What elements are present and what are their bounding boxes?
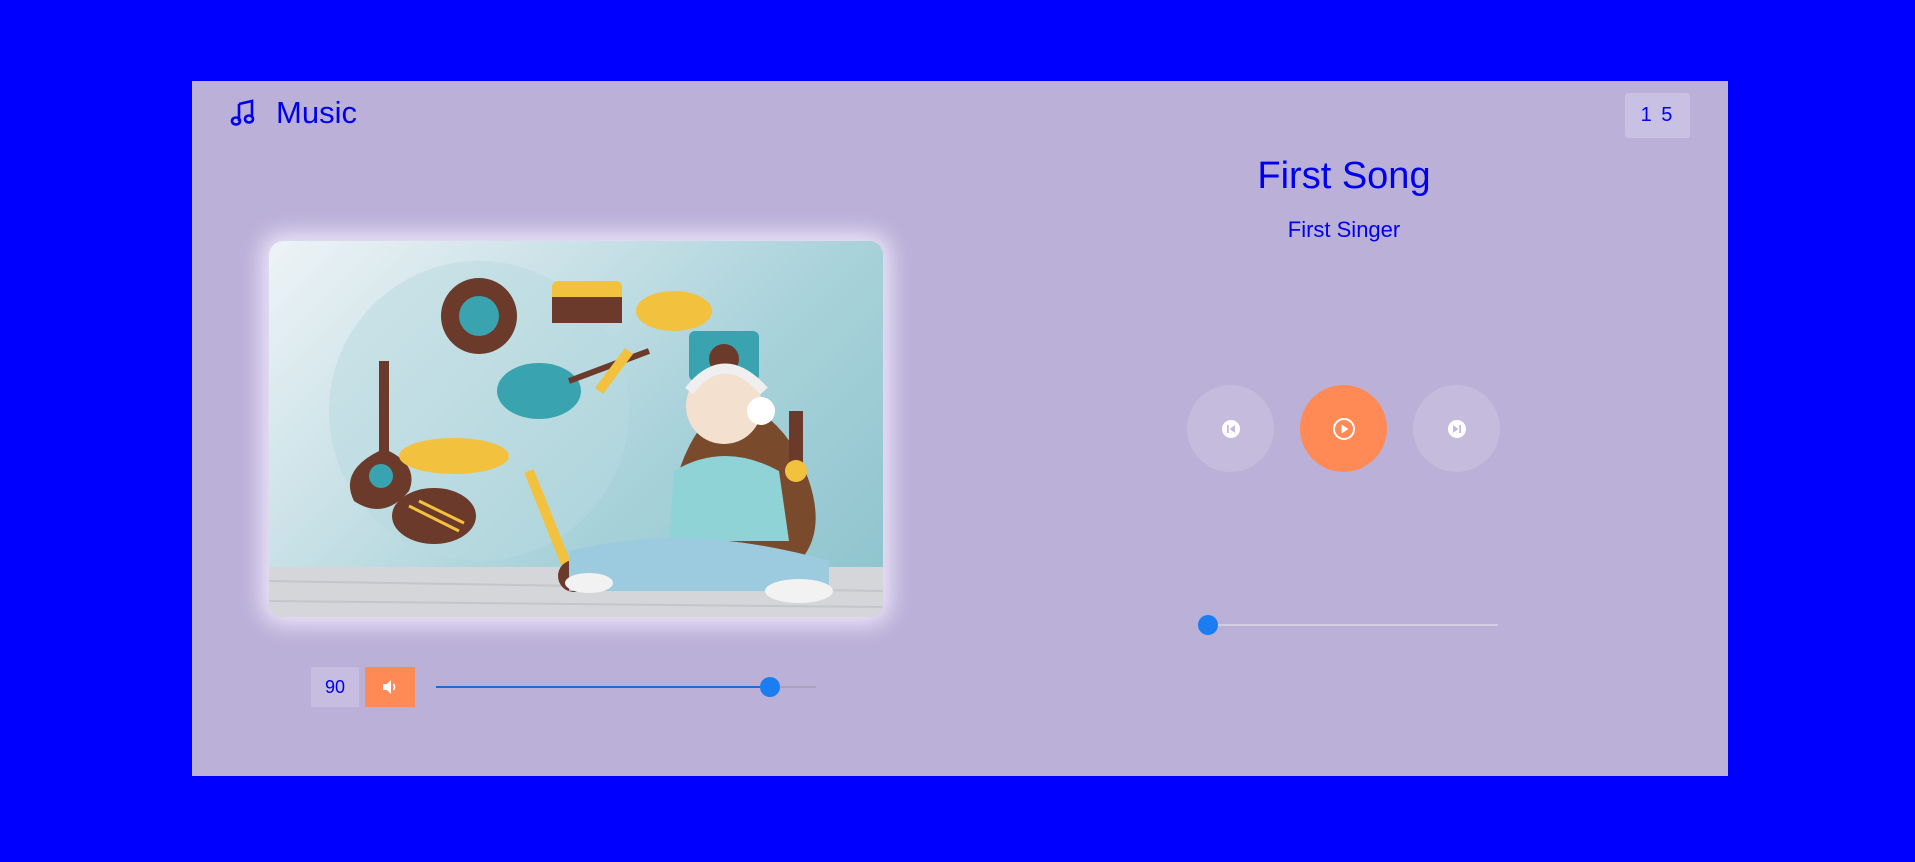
mute-button[interactable] <box>365 667 415 707</box>
speaker-icon <box>383 680 396 694</box>
music-player: Music 1 5 90 First Song First Singer <box>192 81 1728 776</box>
song-artist: First Singer <box>1287 217 1401 242</box>
skip-previous-icon <box>1221 419 1240 438</box>
app-brand: Music <box>230 95 357 131</box>
app-title: Music <box>276 95 357 130</box>
progress-slider-thumb[interactable] <box>1198 615 1218 635</box>
album-art-image <box>269 261 883 617</box>
music-note-icon <box>230 99 255 126</box>
playback-controls <box>1187 385 1500 472</box>
volume-slider-fill <box>436 686 771 688</box>
track-counter: 1 5 <box>1625 93 1690 138</box>
volume-slider[interactable] <box>436 677 816 697</box>
volume-slider-thumb[interactable] <box>760 677 781 697</box>
volume-controls: 90 <box>311 667 816 707</box>
play-button[interactable] <box>1300 385 1387 472</box>
album-cover <box>269 241 883 617</box>
progress-slider[interactable] <box>1198 615 1498 635</box>
volume-value: 90 <box>311 667 359 707</box>
play-icon <box>1332 417 1355 440</box>
skip-next-icon <box>1447 419 1466 438</box>
song-title: First Song <box>1257 155 1431 197</box>
next-button[interactable] <box>1413 385 1500 472</box>
previous-button[interactable] <box>1187 385 1274 472</box>
